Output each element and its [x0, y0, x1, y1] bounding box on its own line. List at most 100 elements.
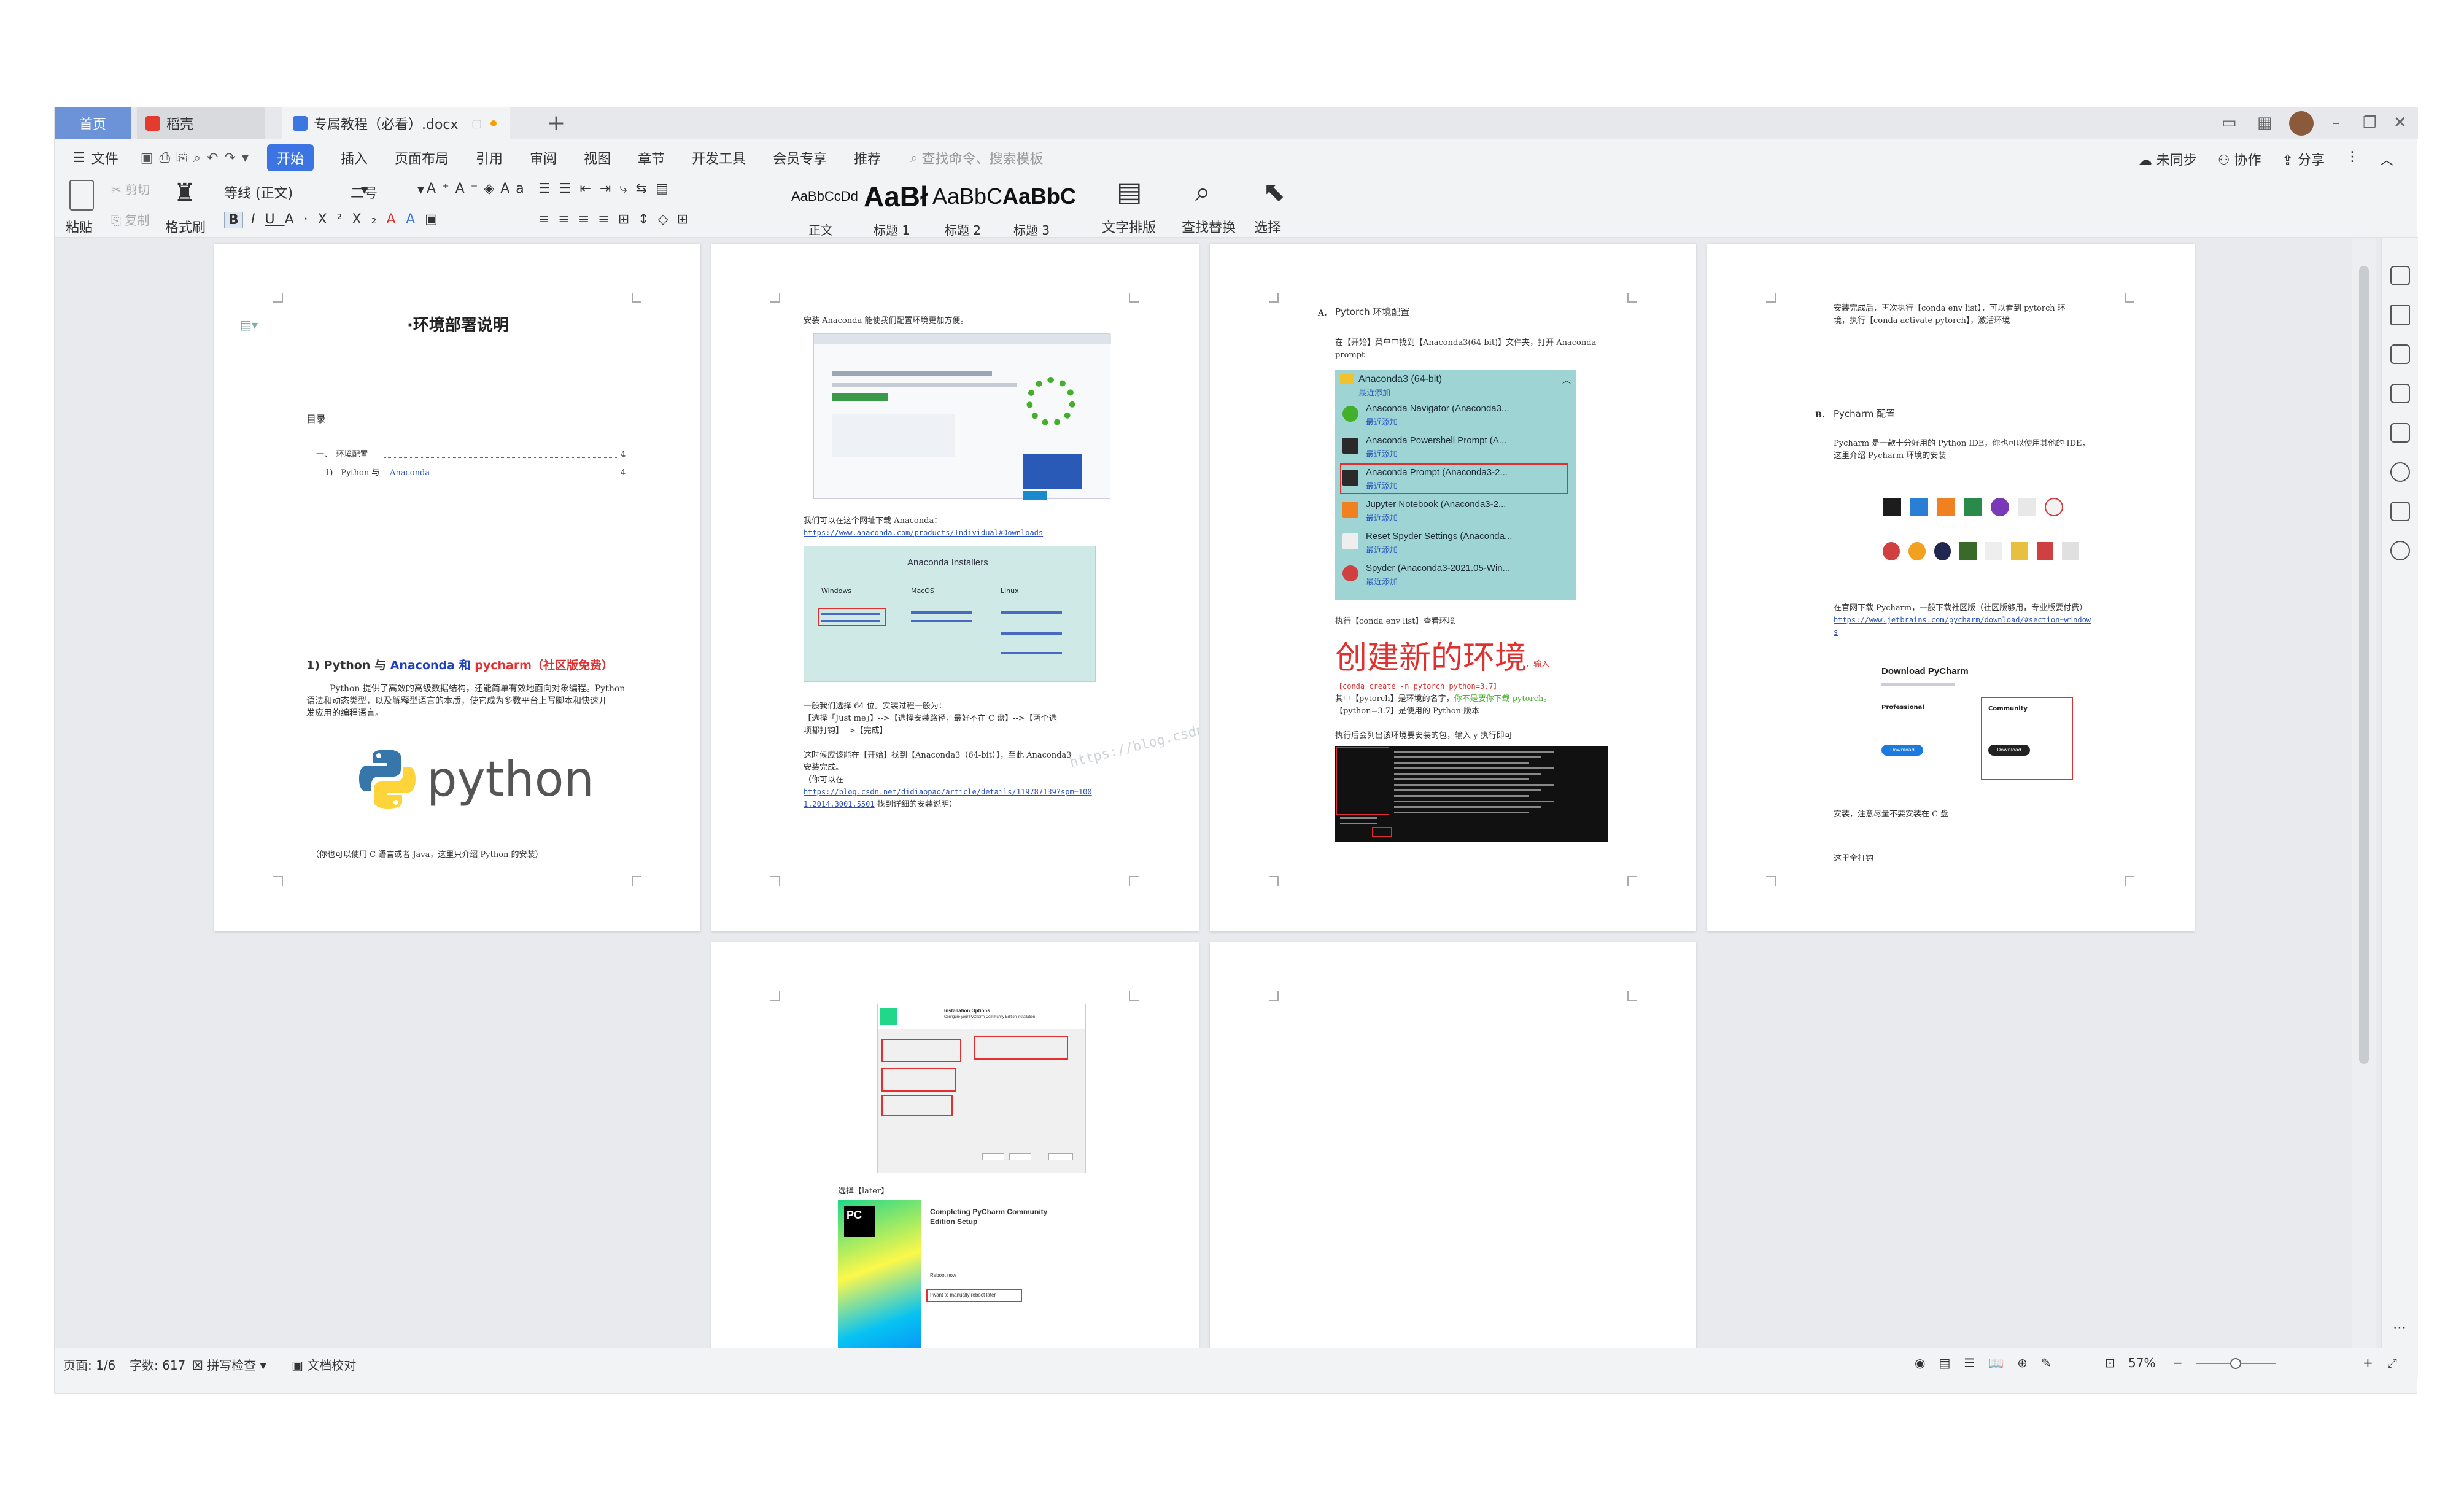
text-layout-button[interactable]: 文字排版: [1102, 217, 1156, 236]
style-h1-sample[interactable]: AaBł: [864, 180, 931, 217]
menu-member[interactable]: 会员专享: [773, 148, 827, 168]
zoom-out-icon[interactable]: −: [2172, 1355, 2183, 1370]
text-format-icons[interactable]: IUA·X²X₂AA▣: [251, 212, 447, 227]
help-icon[interactable]: [2390, 462, 2410, 482]
font-size-adjust-icons[interactable]: A⁺A⁻◈Aa: [427, 181, 530, 196]
zoom-in-icon[interactable]: +: [2363, 1355, 2373, 1370]
list-icons[interactable]: ☰☰⇤⇥⤷⇆▤: [538, 181, 677, 196]
doc-nav-icon[interactable]: ▤▾: [240, 317, 258, 332]
sync-status[interactable]: ☁ 未同步: [2139, 149, 2197, 169]
pycharm-download-link[interactable]: https://www.jetbrains.com/pycharm/downlo…: [1834, 615, 2091, 626]
restore-icon[interactable]: ❐: [2363, 114, 2377, 132]
pycharm-download-link-cont[interactable]: s: [1834, 627, 1838, 638]
page-3[interactable]: A. Pytorch 环境配置 在【开始】菜单中找到【Anaconda3(64-…: [1210, 244, 1696, 931]
menu-reference[interactable]: 引用: [476, 148, 503, 168]
layout-icon[interactable]: ▭: [2222, 114, 2237, 132]
blog-link-cont[interactable]: 1.2014.3001.5501: [804, 799, 875, 810]
tab-document[interactable]: 专属教程（必看）.docx ▢: [282, 107, 510, 139]
page-indicator[interactable]: 页面: 1/6: [63, 1355, 115, 1373]
zoom-level[interactable]: 57%: [2128, 1355, 2155, 1370]
spell-check-button[interactable]: ☒ 拼写检查 ▾: [192, 1355, 266, 1373]
edit-icon[interactable]: [2390, 305, 2410, 325]
menu-page-layout[interactable]: 页面布局: [395, 148, 449, 168]
link-line: [911, 620, 972, 622]
style-normal-sample[interactable]: AaBbCcDd: [791, 188, 865, 225]
cut-button[interactable]: ✂ 剪切: [111, 180, 150, 198]
page-1[interactable]: ▤▾ ·环境部署说明 目录 一、 环境配置 4 1) Python 与 Anac…: [214, 244, 700, 931]
more-dots-icon[interactable]: ⋯: [2393, 1320, 2406, 1336]
copy-button[interactable]: ⎘ 复制: [111, 211, 149, 228]
hamburger-icon[interactable]: ☰: [73, 150, 85, 166]
tab-daoke[interactable]: 稻壳: [137, 107, 265, 139]
anaconda-download-link[interactable]: https://www.anaconda.com/products/Indivi…: [804, 527, 1043, 539]
format-painter-icon[interactable]: ♜: [174, 179, 196, 207]
settings-sliders-icon[interactable]: [2390, 384, 2410, 403]
fit-page-icon[interactable]: ⊡: [2105, 1355, 2115, 1370]
apps-grid-icon[interactable]: ▦: [2257, 114, 2272, 132]
compass-icon[interactable]: [2390, 541, 2410, 560]
toc-entry-2[interactable]: 1) Python 与: [325, 467, 379, 479]
zoom-slider[interactable]: [2196, 1358, 2276, 1369]
zoom-slider-handle[interactable]: [2230, 1358, 2241, 1369]
menu-chapter[interactable]: 章节: [638, 148, 665, 168]
unsaved-dot-icon: [490, 120, 497, 126]
find-icon[interactable]: ⌕: [1195, 176, 1211, 207]
menu-dev-tools[interactable]: 开发工具: [692, 148, 746, 168]
toc-entry-1[interactable]: 一、 环境配置: [316, 449, 368, 460]
page-5[interactable]: Installation Options Configure your PyCh…: [711, 942, 1199, 1348]
tab-bar: 首页 稻壳 专属教程（必看）.docx ▢ + ▭ ▦ – ❐ ✕: [55, 107, 2418, 139]
pydev-icon: [2010, 542, 2028, 560]
cursor-icon[interactable]: [2390, 344, 2410, 364]
close-icon[interactable]: ✕: [2393, 114, 2407, 132]
font-size-select[interactable]: 二号 ▾: [351, 182, 424, 202]
menu-view[interactable]: 视图: [584, 148, 611, 168]
fullscreen-icon[interactable]: ⤢: [2387, 1355, 2397, 1370]
assistant-icon[interactable]: [2390, 266, 2410, 285]
format-painter-button[interactable]: 格式刷: [165, 217, 206, 236]
menu-insert[interactable]: 插入: [341, 148, 368, 168]
proofread-button[interactable]: ▣ 文档校对: [292, 1355, 356, 1373]
toc-entry-1-page: 4: [621, 450, 626, 459]
menu-file[interactable]: 文件: [91, 148, 118, 168]
install-step-line: 一般我们选择 64 位。安装过程一般为：: [804, 702, 947, 711]
collab-button[interactable]: ⚇ 协作: [2218, 149, 2261, 169]
paste-button[interactable]: 粘贴: [66, 217, 93, 236]
image-icon[interactable]: [2390, 502, 2410, 521]
page-4[interactable]: 安装完成后，再次执行【conda env list】，可以看到 pytorch …: [1707, 244, 2195, 931]
tab-home[interactable]: 首页: [55, 107, 131, 139]
page-6[interactable]: [1210, 942, 1696, 1348]
scrollbar-thumb[interactable]: [2359, 266, 2369, 1064]
minimize-icon[interactable]: –: [2332, 114, 2340, 132]
paste-icon[interactable]: [69, 180, 94, 211]
quick-access-icons[interactable]: ▣⎙⎘⌕↶↷▾: [141, 150, 255, 166]
select-button[interactable]: 选择: [1254, 217, 1281, 236]
more-icon[interactable]: ⋮: [2346, 149, 2359, 169]
avatar[interactable]: [2289, 111, 2314, 136]
style-h2-sample[interactable]: AaBbC: [932, 184, 1002, 220]
menu-review[interactable]: 审阅: [530, 148, 557, 168]
find-replace-button[interactable]: 查找替换: [1182, 217, 1236, 236]
list-icon[interactable]: [2390, 423, 2410, 443]
vertical-scrollbar[interactable]: [2352, 238, 2376, 1348]
text-layout-icon[interactable]: ▤: [1117, 176, 1142, 207]
font-select[interactable]: 等线 (正文) ▾: [224, 182, 368, 202]
menu-start[interactable]: 开始: [266, 144, 314, 171]
word-count[interactable]: 字数: 617: [130, 1355, 185, 1373]
start-menu-step: 在【开始】菜单中找到【Anaconda3(64-bit)】文件夹，打开 Anac…: [1335, 338, 1597, 347]
collapse-ribbon-icon[interactable]: ︿: [2380, 149, 2393, 169]
view-mode-icons[interactable]: ◉▤☰📖⊕✎: [1915, 1355, 2065, 1370]
align-icons[interactable]: ≡≡≡≡⊞↕◇⊞: [538, 212, 697, 227]
blog-link[interactable]: https://blog.csdn.net/didiaopao/article/…: [804, 786, 1092, 798]
chat-icon[interactable]: ▢: [471, 117, 482, 130]
page-2[interactable]: 安装 Anaconda 能使我们配置环境更加方便。 我们可以在这个网址下载 An…: [711, 244, 1199, 931]
style-h3-sample[interactable]: AaBbC: [1002, 184, 1076, 220]
command-search[interactable]: 查找命令、搜索模板: [921, 148, 1043, 168]
search-icon[interactable]: ⌕: [910, 150, 918, 166]
app-icon: [1342, 533, 1358, 549]
toc-entry-2-link[interactable]: Anaconda: [390, 467, 430, 479]
select-cursor-icon[interactable]: ⬉: [1263, 176, 1285, 207]
new-tab-button[interactable]: +: [547, 112, 565, 134]
menu-recommend[interactable]: 推荐: [854, 148, 881, 168]
bold-icon[interactable]: B: [224, 212, 243, 228]
share-button[interactable]: ⇪ 分享: [2282, 149, 2325, 169]
